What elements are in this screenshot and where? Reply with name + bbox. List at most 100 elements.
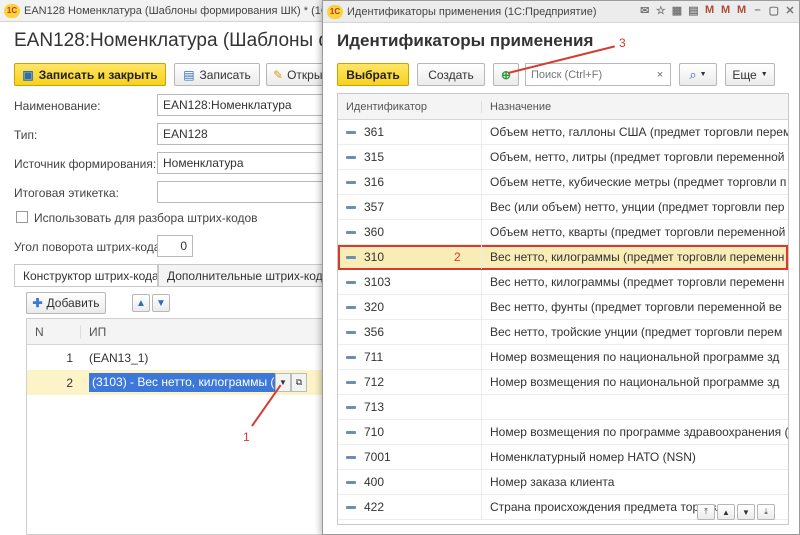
favorites-icon[interactable]: ☆ xyxy=(656,4,666,17)
name-field[interactable]: EAN128:Номенклатура xyxy=(157,94,327,116)
table-row[interactable]: 357 Вес (или объем) нетто, унции (предмет… xyxy=(338,195,788,220)
move-down-button[interactable]: ▼ xyxy=(152,294,170,312)
memory-mplus-icon[interactable]: M xyxy=(721,4,731,17)
name-label: Наименование: xyxy=(14,99,101,113)
copy-button[interactable]: ⊕ xyxy=(493,63,519,86)
column-header-purpose[interactable]: Назначение xyxy=(482,101,788,113)
table-row[interactable]: 400 Номер заказа клиента xyxy=(338,470,788,495)
marker-2: 2 xyxy=(454,250,461,264)
marker-1: 1 xyxy=(243,430,250,444)
type-label: Тип: xyxy=(14,128,38,142)
table-row[interactable]: 710 Номер возмещения по программе здравоо… xyxy=(338,420,788,445)
element-icon xyxy=(346,305,356,309)
identifier-value: 316 xyxy=(364,175,385,189)
element-icon xyxy=(346,230,356,234)
more-button[interactable]: Еще ▼ xyxy=(725,63,775,86)
scroll-down-button[interactable]: ▼ xyxy=(737,504,755,520)
tab-divider xyxy=(14,286,330,287)
open-value-button[interactable]: ⧉ xyxy=(291,373,307,392)
clear-search-icon[interactable]: × xyxy=(650,69,670,81)
select-button[interactable]: Выбрать xyxy=(337,63,409,86)
search-button[interactable]: ⌕ ▼ xyxy=(679,63,717,86)
identifier-value: 400 xyxy=(364,475,385,489)
table-row[interactable]: 320 Вес нетто, фунты (предмет торговли пе… xyxy=(338,295,788,320)
table-row[interactable]: 361 Объем нетто, галлоны США (предмет тор… xyxy=(338,120,788,145)
table-row[interactable]: 316 Объем нетте, кубические метры (предме… xyxy=(338,170,788,195)
barcode-grid[interactable]: N ИП 1 (EAN13_1) 2 (3103) - Вес нетто, к… xyxy=(26,318,330,535)
purpose-cell: Вес нетто, фунты (предмет торговли перем… xyxy=(490,300,782,314)
table-row[interactable]: 712 Номер возмещения по национальной прог… xyxy=(338,370,788,395)
move-up-button[interactable]: ▲ xyxy=(132,294,150,312)
calendar-icon[interactable]: ▦ xyxy=(672,4,682,17)
envelope-icon[interactable]: ✉ xyxy=(640,4,650,17)
scroll-first-button[interactable]: ⤒ xyxy=(697,504,715,520)
element-icon xyxy=(346,180,356,184)
identifier-value: 356 xyxy=(364,325,385,339)
tab-additional-barcodes[interactable]: Дополнительные штрих-коды xyxy=(158,264,330,286)
element-icon xyxy=(346,355,356,359)
identifier-value: 360 xyxy=(364,225,385,239)
column-header-identifier[interactable]: Идентификатор xyxy=(338,100,482,113)
table-row-selected[interactable]: 310 2 Вес нетто, килограммы (предмет торго… xyxy=(338,245,788,270)
purpose-cell: Вес (или объем) нетто, унции (предмет то… xyxy=(490,200,785,214)
identifier-cell: 357 xyxy=(338,195,482,219)
close-icon[interactable]: ✕ xyxy=(785,4,795,17)
modal-window-title: Идентификаторы применения (1С:Предприяти… xyxy=(347,5,597,18)
grid-row-selected[interactable]: 2 (3103) - Вес нетто, килограммы (пре ▼ … xyxy=(27,370,329,395)
purpose-cell: Вес нетто, килограммы (предмет торговли … xyxy=(490,250,785,264)
table-row[interactable]: 713 xyxy=(338,395,788,420)
open-button[interactable]: ✎ Откры xyxy=(266,63,330,86)
angle-field[interactable]: 0 xyxy=(157,235,193,257)
search-input[interactable] xyxy=(526,67,650,82)
memory-m-icon[interactable]: M xyxy=(705,4,715,17)
table-row[interactable]: 360 Объем нетто, кварты (предмет торговли… xyxy=(338,220,788,245)
element-icon xyxy=(346,430,356,434)
search-icon: ⌕ xyxy=(689,66,697,82)
final-label-label: Итоговая этикетка: xyxy=(14,186,119,200)
save-doc-icon: ▣ xyxy=(22,67,34,82)
table-row[interactable]: 315 Объем, нетто, литры (предмет торговли… xyxy=(338,145,788,170)
minimize-icon[interactable]: – xyxy=(753,4,763,17)
table-header: Идентификатор Назначение xyxy=(338,94,788,120)
copy-plus-icon: ⊕ xyxy=(500,67,512,82)
table-row[interactable]: 3103 Вес нетто, килограммы (предмет торго… xyxy=(338,270,788,295)
modal-heading: Идентификаторы применения xyxy=(337,31,594,50)
final-label-field[interactable] xyxy=(157,181,327,203)
identifier-cell: 712 xyxy=(338,370,482,394)
scroll-last-button[interactable]: ⤓ xyxy=(757,504,775,520)
source-field[interactable]: Номенклатура xyxy=(157,152,327,174)
use-parse-checkbox[interactable] xyxy=(16,211,28,223)
type-field[interactable]: EAN128 xyxy=(157,123,327,145)
chevron-down-icon: ▼ xyxy=(760,71,768,78)
grid-row[interactable]: 1 (EAN13_1) xyxy=(27,345,329,370)
table-row[interactable]: 7001 Номенклатурный номер НАТО (NSN) xyxy=(338,445,788,470)
tab-barcode-constructor[interactable]: Конструктор штрих-кода xyxy=(14,264,158,286)
element-icon xyxy=(346,255,356,259)
memory-mminus-icon[interactable]: M xyxy=(737,4,747,17)
angle-label: Угол поворота штрих-кода: xyxy=(14,240,164,254)
search-box[interactable]: × xyxy=(525,63,671,86)
maximize-icon[interactable]: ▢ xyxy=(769,4,779,17)
save-button[interactable]: ▤ Записать xyxy=(174,63,260,86)
table-row[interactable]: 711 Номер возмещения по национальной прог… xyxy=(338,345,788,370)
save-and-close-button[interactable]: ▣ Записать и закрыть xyxy=(14,63,166,86)
add-button[interactable]: ✚ Добавить xyxy=(26,292,106,314)
element-icon xyxy=(346,330,356,334)
use-parse-label: Использовать для разбора штрих-кодов xyxy=(34,211,258,225)
calculator-icon[interactable]: ▤ xyxy=(688,4,698,17)
grid-cell-ip-edit[interactable]: (3103) - Вес нетто, килограммы (пре xyxy=(89,373,275,392)
element-icon xyxy=(346,205,356,209)
app-logo-icon: 1С xyxy=(4,3,20,18)
purpose-cell: Вес нетто, килограммы (предмет торговли … xyxy=(490,275,785,289)
window-title: EAN128 Номенклатура (Шаблоны формировани… xyxy=(24,4,329,17)
identifier-cell: 360 xyxy=(338,220,482,244)
identifier-cell: 713 xyxy=(338,395,482,419)
create-button[interactable]: Создать xyxy=(417,63,485,86)
identifier-value: 7001 xyxy=(364,450,391,464)
scroll-up-button[interactable]: ▲ xyxy=(717,504,735,520)
table-row[interactable]: 356 Вес нетто, тройские унции (предмет то… xyxy=(338,320,788,345)
identifier-cell: 316 xyxy=(338,170,482,194)
identifiers-table[interactable]: Идентификатор Назначение 361 Объем нетто,… xyxy=(337,93,789,525)
identifier-cell: 361 xyxy=(338,120,482,144)
purpose-cell: Номер возмещения по программе здравоохра… xyxy=(490,425,788,439)
